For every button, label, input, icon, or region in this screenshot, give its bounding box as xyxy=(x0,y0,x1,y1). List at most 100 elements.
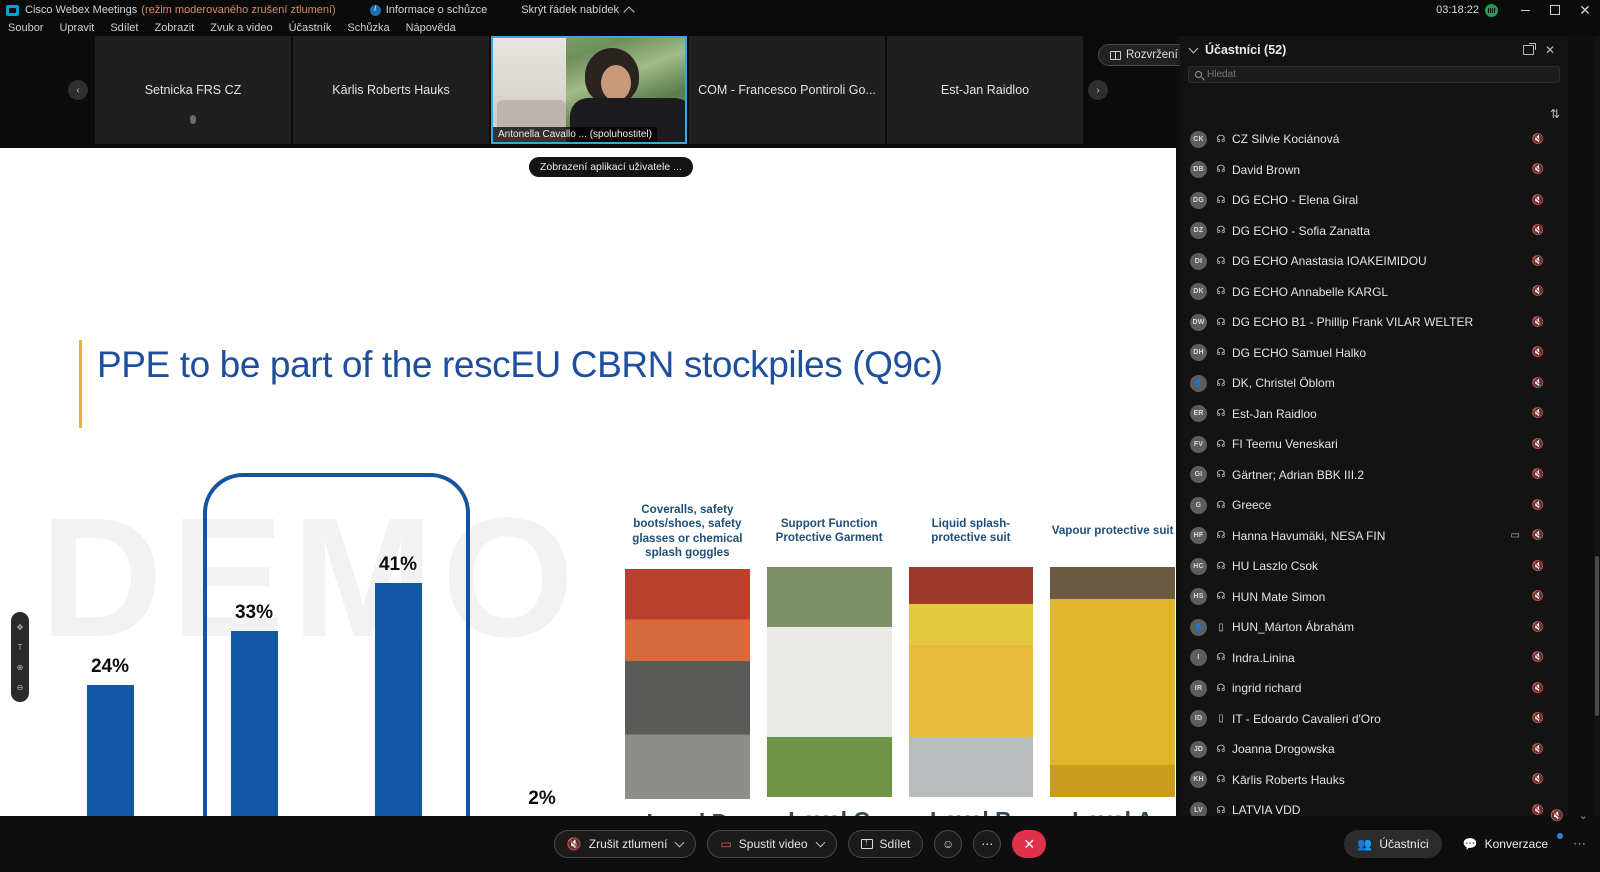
chat-toggle-button[interactable]: 💬 Konverzace xyxy=(1450,830,1563,858)
menu-item-napoveda[interactable]: Nápověda xyxy=(406,22,456,34)
participant-row[interactable]: DH ☊ DG ECHO Samuel Halko 🔇 xyxy=(1180,338,1568,369)
close-button[interactable]: ✕ xyxy=(1570,0,1600,20)
video-tile[interactable]: Kārlis Roberts Hauks xyxy=(293,36,489,144)
participant-row[interactable]: GI ☊ Gärtner; Adrian BBK III.2 🔇 xyxy=(1180,460,1568,491)
mic-muted-icon[interactable]: 🔇 xyxy=(1532,805,1544,816)
participant-row[interactable]: HS ☊ HUN Mate Simon 🔇 xyxy=(1180,582,1568,613)
participant-row[interactable]: DB ☊ David Brown 🔇 xyxy=(1180,155,1568,186)
annotation-toolbar[interactable]: ✥ T ⊕ ⊖ xyxy=(11,612,29,702)
minimize-button[interactable] xyxy=(1510,0,1540,20)
video-tile-active-speaker[interactable]: Antonella Cavallo ... (spoluhostitel) xyxy=(491,36,687,144)
network-quality-icon[interactable] xyxy=(1485,3,1498,17)
menu-item-sdilet[interactable]: Sdílet xyxy=(110,22,138,34)
mic-muted-icon[interactable]: 🔇 xyxy=(1532,225,1544,236)
mic-muted-icon[interactable]: 🔇 xyxy=(1532,774,1544,785)
mic-muted-icon[interactable]: 🔇 xyxy=(1532,256,1544,267)
avatar: ER xyxy=(1190,405,1207,423)
search-input[interactable] xyxy=(1207,69,1553,80)
menu-item-upravit[interactable]: Upravit xyxy=(59,22,94,34)
zoom-out-icon[interactable]: ⊖ xyxy=(15,682,25,692)
participant-row[interactable]: 👤 ▯ HUN_Márton Ábrahám 🔇 xyxy=(1180,612,1568,643)
participant-row[interactable]: FV ☊ FI Teemu Veneskari 🔇 xyxy=(1180,429,1568,460)
zoom-in-icon[interactable]: ⊕ xyxy=(15,662,25,672)
reactions-button[interactable]: ☺ xyxy=(934,830,963,858)
meeting-info-button[interactable]: Informace o schůzce xyxy=(369,4,487,16)
mic-muted-icon[interactable]: 🔇 xyxy=(1532,530,1544,541)
mic-muted-icon[interactable]: 🔇 xyxy=(1532,439,1544,450)
mic-muted-icon[interactable]: 🔇 xyxy=(1532,164,1544,175)
mic-muted-icon[interactable]: 🔇 xyxy=(1532,713,1544,724)
ppe-caption: Support Function Protective Garment xyxy=(775,516,883,544)
filmstrip-prev-button[interactable]: ‹ xyxy=(68,80,88,100)
mic-muted-icon[interactable]: 🔇 xyxy=(1532,744,1544,755)
menu-item-ucastnik[interactable]: Účastník xyxy=(289,22,332,34)
participant-row[interactable]: HF ☊ Hanna Havumäki, NESA FIN ▭ 🔇 xyxy=(1180,521,1568,552)
filmstrip-next-button[interactable]: › xyxy=(1088,80,1108,100)
participant-row[interactable]: HC ☊ HU Laszlo Csok 🔇 xyxy=(1180,551,1568,582)
participant-row[interactable]: ER ☊ Est-Jan Raidloo 🔇 xyxy=(1180,399,1568,430)
mic-muted-icon[interactable]: 🔇 xyxy=(1532,652,1544,663)
ppe-column: Vapour protective suit Level A xyxy=(1050,503,1175,816)
start-video-button[interactable]: ▭ Spustit video xyxy=(707,830,837,858)
video-tile[interactable]: COM - Francesco Pontiroli Go... xyxy=(689,36,885,144)
mic-muted-icon[interactable]: 🔇 xyxy=(1532,561,1544,572)
video-tile[interactable]: Setnicka FRS CZ xyxy=(95,36,291,144)
pointer-icon[interactable]: ✥ xyxy=(15,622,25,632)
video-tile[interactable]: Est-Jan Raidloo xyxy=(887,36,1083,144)
participant-row[interactable]: DG ☊ DG ECHO - Elena Giral 🔇 xyxy=(1180,185,1568,216)
participants-list[interactable]: CK ☊ CZ Silvie Kociánová 🔇 DB ☊ David Brown 🔇 … xyxy=(1180,124,1568,852)
participant-row[interactable]: I ☊ Indra.Linina 🔇 xyxy=(1180,643,1568,674)
participant-row[interactable]: G ☊ Greece 🔇 xyxy=(1180,490,1568,521)
mic-muted-icon[interactable]: 🔇 xyxy=(1532,347,1544,358)
participant-row[interactable]: KH ☊ Kārlis Roberts Hauks 🔇 xyxy=(1180,765,1568,796)
menu-item-soubor[interactable]: Soubor xyxy=(8,22,43,34)
participant-row[interactable]: IR ☊ ingrid richard 🔇 xyxy=(1180,673,1568,704)
panel-scrollbar[interactable] xyxy=(1594,36,1600,816)
maximize-button[interactable] xyxy=(1540,0,1570,20)
mic-muted-icon[interactable]: 🔇 xyxy=(1532,378,1544,389)
mic-muted-icon[interactable]: 🔇 xyxy=(1532,317,1544,328)
participant-row[interactable]: 👤 ☊ DK, Christel Öblom 🔇 xyxy=(1180,368,1568,399)
mic-muted-icon[interactable]: 🔇 xyxy=(1532,195,1544,206)
hand-icon: ☊ xyxy=(1216,408,1226,420)
mic-muted-icon[interactable]: 🔇 xyxy=(1532,683,1544,694)
chevron-down-icon[interactable] xyxy=(1188,43,1199,54)
mic-muted-icon[interactable]: 🔇 xyxy=(1532,286,1544,297)
layout-button[interactable]: Rozvržení xyxy=(1098,44,1190,66)
menu-item-zobrazit[interactable]: Zobrazit xyxy=(154,22,194,34)
mic-muted-icon[interactable]: 🔇 xyxy=(1532,134,1544,145)
unmute-button[interactable]: 🔇 Zrušit ztlumení xyxy=(553,830,697,858)
participant-row[interactable]: CK ☊ CZ Silvie Kociánová 🔇 xyxy=(1180,124,1568,155)
text-icon[interactable]: T xyxy=(15,642,25,652)
participant-row[interactable]: ID ▯ IT - Edoardo Cavalieri d'Oro 🔇 xyxy=(1180,704,1568,735)
mic-muted-icon[interactable]: 🔇 xyxy=(1532,469,1544,480)
mic-muted-icon[interactable]: 🔇 xyxy=(1532,591,1544,602)
participant-row[interactable]: JD ☊ Joanna Drogowska 🔇 xyxy=(1180,734,1568,765)
scrollbar-thumb[interactable] xyxy=(1595,556,1599,716)
participants-toggle-button[interactable]: 👥 Účastníci xyxy=(1344,830,1442,858)
shared-content-stage[interactable]: DEMO PPE to be part of the rescEU CBRN s… xyxy=(0,148,1176,816)
mic-muted-icon[interactable]: 🔇 xyxy=(1532,622,1544,633)
participant-row[interactable]: DK ☊ DG ECHO Annabelle KARGL 🔇 xyxy=(1180,277,1568,308)
hide-menubar-button[interactable]: Skrýt řádek nabídek xyxy=(521,4,635,18)
panel-more-options-button[interactable]: ⋯ xyxy=(1569,836,1590,852)
camera-icon[interactable]: ▭ xyxy=(1511,530,1520,541)
ppe-level-label: Level C xyxy=(767,807,892,816)
hand-icon: ☊ xyxy=(1216,377,1226,389)
share-button[interactable]: Sdílet xyxy=(847,830,924,858)
sort-icon[interactable]: ⇅ xyxy=(1550,107,1560,121)
menu-item-zvuk-a-video[interactable]: Zvuk a video xyxy=(210,22,272,34)
more-options-button[interactable]: ⋯ xyxy=(973,830,1002,858)
chevron-down-icon[interactable] xyxy=(674,837,685,848)
chevron-down-icon[interactable] xyxy=(815,837,825,848)
leave-meeting-button[interactable]: ✕ xyxy=(1012,830,1047,858)
menu-item-schuzka[interactable]: Schůzka xyxy=(347,22,389,34)
mic-muted-icon[interactable]: 🔇 xyxy=(1532,500,1544,511)
participant-row[interactable]: DZ ☊ DG ECHO - Sofia Zanatta 🔇 xyxy=(1180,216,1568,247)
popout-icon[interactable] xyxy=(1523,43,1536,55)
participant-row[interactable]: DW ☊ DG ECHO B1 - Phillip Frank VILAR WELT… xyxy=(1180,307,1568,338)
mic-muted-icon[interactable]: 🔇 xyxy=(1532,408,1544,419)
participants-search[interactable] xyxy=(1188,66,1560,83)
close-icon[interactable]: ✕ xyxy=(1542,42,1558,58)
participant-row[interactable]: DI ☊ DG ECHO Anastasia IOAKEIMIDOU 🔇 xyxy=(1180,246,1568,277)
